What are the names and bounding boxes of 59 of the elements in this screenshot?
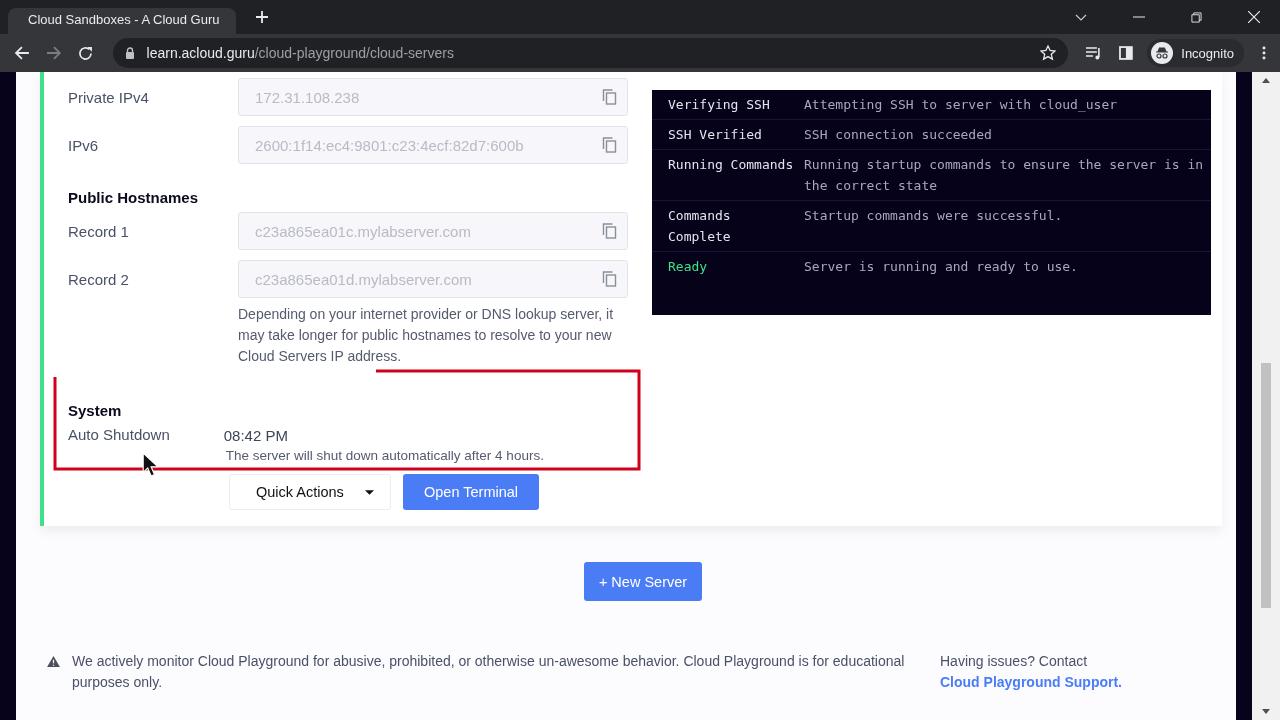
log-message: Server is running and ready to use.	[804, 258, 1078, 276]
forward-arrow-icon[interactable]	[45, 45, 62, 61]
plus-icon[interactable]	[256, 11, 268, 23]
log-message: SSH connection succeeded	[804, 126, 992, 144]
tab-title: Cloud Sandboxes - A Cloud Guru	[28, 11, 220, 27]
section-heading: Public Hostnames	[68, 188, 200, 208]
status-text: Running Commands	[668, 156, 795, 174]
status-text: Ready	[668, 258, 709, 276]
scrollbar-thumb[interactable]	[1261, 363, 1271, 608]
menu-icon[interactable]	[1262, 46, 1266, 60]
close-icon[interactable]	[1248, 11, 1260, 23]
back-arrow-icon[interactable]	[14, 45, 30, 61]
quick-actions-dropdown[interactable]: Quick Actions	[229, 474, 391, 510]
copy-icon[interactable]	[602, 89, 617, 105]
copy-icon[interactable]	[602, 223, 617, 239]
new-server-button[interactable]: + New Server	[583, 562, 703, 601]
setting-description: The server will shut down automatically after 4 hours.	[225, 448, 544, 463]
star-icon[interactable]	[1039, 45, 1056, 61]
help-text: Having issues? Contact Cloud Playground Support.	[940, 652, 1123, 692]
scrollbar[interactable]	[1252, 72, 1280, 720]
side-panel-icon[interactable]	[1119, 46, 1134, 60]
log-message: Running startup commands to ensure the server is in the correct state	[804, 156, 1205, 195]
status-text: SSH Verified	[668, 126, 763, 144]
section-heading: System	[68, 401, 123, 421]
copy-icon[interactable]	[602, 271, 617, 287]
address-bar[interactable]: learn.acloud.guru/cloud-playground/cloud-servers	[112, 38, 1068, 68]
field-value: 2600:1f14:ec4:9801:c23:4ecf:82d7:600b	[255, 136, 525, 154]
hint-text: Depending on your internet provider or DNS lookup server, it may take longer for public hostnames to resolve to your new Cloud Servers IP address.	[238, 305, 615, 366]
browser-tab[interactable]: Cloud Sandboxes - A Cloud Guru	[8, 8, 236, 34]
restore-icon[interactable]	[1191, 11, 1202, 23]
scroll-down-icon[interactable]	[1262, 709, 1270, 714]
profile-button[interactable]: Incognito	[1147, 39, 1245, 67]
field-value: 172.31.108.238	[255, 88, 361, 106]
setting-value: 08:42 PM	[223, 426, 289, 446]
url-text: learn.acloud.guru/cloud-playground/cloud-servers	[146, 45, 454, 61]
log-message: Attempting SSH to server with cloud_user	[804, 96, 1118, 114]
chevron-down-icon[interactable]	[1075, 13, 1087, 21]
caret-icon	[365, 489, 374, 495]
media-queue-icon[interactable]	[1085, 46, 1102, 60]
field-label: Private IPv4	[68, 88, 150, 106]
field-label: Record 2	[68, 270, 130, 288]
monitoring-notice: We actively monitor Cloud Playground for abusive, prohibited, or otherwise un-awesome behavior. Cloud Playground is for educational purposes only.	[72, 652, 906, 692]
log-message: Startup commands were successful.	[804, 207, 1063, 225]
cursor-icon	[142, 452, 158, 477]
warning-icon	[47, 656, 60, 667]
field-label: IPv6	[68, 136, 99, 154]
setting-label: Auto Shutdown	[68, 426, 170, 444]
status-text: Verifying SSH	[668, 96, 771, 114]
reload-icon[interactable]	[77, 45, 93, 61]
copy-icon[interactable]	[602, 137, 617, 153]
incognito-icon	[1151, 42, 1174, 64]
scroll-up-icon[interactable]	[1262, 78, 1270, 83]
status-text: Commands Complete	[668, 207, 732, 246]
lock-icon	[124, 47, 135, 59]
field-label: Record 1	[68, 222, 130, 240]
support-link[interactable]: Cloud Playground Support.	[940, 674, 1122, 690]
open-terminal-button[interactable]: Open Terminal	[403, 474, 540, 510]
field-value: c23a865ea01c.mylabserver.com	[255, 222, 472, 240]
field-value: c23a865ea01d.mylabserver.com	[255, 270, 473, 288]
